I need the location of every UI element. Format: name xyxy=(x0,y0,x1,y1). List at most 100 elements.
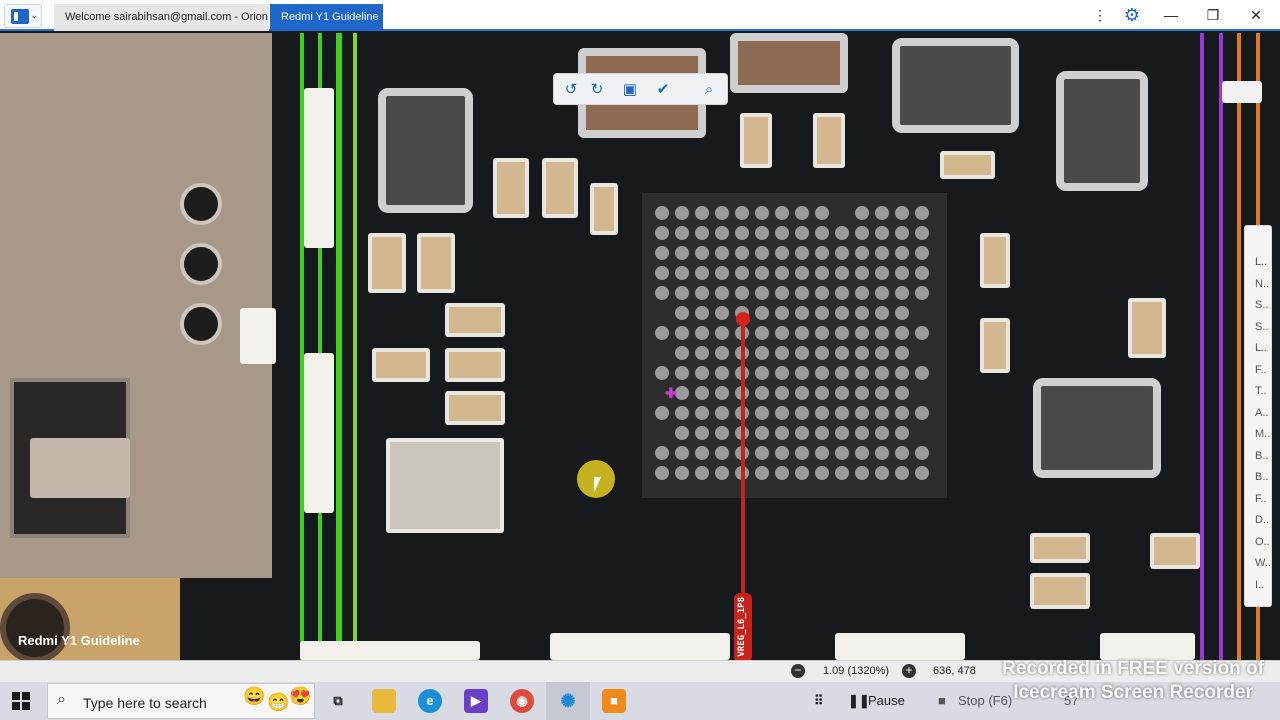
net-label-tag[interactable]: VREG_L6_1P8 xyxy=(734,593,752,660)
bga-ball[interactable] xyxy=(815,226,829,240)
net-item[interactable]: B.. xyxy=(1255,471,1268,483)
bga-ball[interactable] xyxy=(855,246,869,260)
bga-ball[interactable] xyxy=(835,406,849,420)
bga-ball[interactable] xyxy=(715,206,729,220)
bga-ball[interactable] xyxy=(695,326,709,340)
net-item[interactable]: M.. xyxy=(1255,428,1270,440)
bga-ball[interactable] xyxy=(835,226,849,240)
bga-ball[interactable] xyxy=(735,286,749,300)
bga-ball[interactable] xyxy=(835,286,849,300)
bga-ball[interactable] xyxy=(895,386,909,400)
minimize-button[interactable]: — xyxy=(1159,4,1183,26)
bga-ball[interactable] xyxy=(755,306,769,320)
bga-ball[interactable] xyxy=(755,286,769,300)
bga-ball[interactable] xyxy=(795,346,809,360)
bga-ball[interactable] xyxy=(795,246,809,260)
net-item[interactable]: B.. xyxy=(1255,450,1268,462)
bga-ball[interactable] xyxy=(855,306,869,320)
bga-ball[interactable] xyxy=(915,446,929,460)
maximize-button[interactable]: ❐ xyxy=(1201,4,1225,26)
net-item[interactable]: T.. xyxy=(1255,385,1267,397)
zoom-in-button[interactable]: + xyxy=(902,664,916,678)
bga-ball[interactable] xyxy=(775,266,789,280)
bga-ball[interactable] xyxy=(895,326,909,340)
net-list-panel[interactable]: L.. N.. S.. S.. L.. F.. T.. A.. M.. B.. … xyxy=(1244,225,1272,607)
search-icon[interactable]: ⌕ xyxy=(698,79,720,101)
bga-ball[interactable] xyxy=(775,286,789,300)
bga-ball[interactable] xyxy=(655,286,669,300)
bga-ball[interactable] xyxy=(715,366,729,380)
bga-ball[interactable] xyxy=(715,386,729,400)
bga-ball[interactable] xyxy=(875,226,889,240)
pause-button[interactable]: Pause xyxy=(868,693,905,708)
bga-ball[interactable] xyxy=(835,446,849,460)
bga-ball[interactable] xyxy=(655,466,669,480)
bga-ball[interactable] xyxy=(715,406,729,420)
bga-ball[interactable] xyxy=(715,246,729,260)
bga-ball[interactable] xyxy=(875,286,889,300)
bga-ball[interactable] xyxy=(695,386,709,400)
board-viewer-canvas[interactable]: VREG_L6_1P8 ✚ ↺ ↻ ▣ ✔ ⌕ L.. N.. S.. S.. … xyxy=(0,33,1280,660)
net-item[interactable]: S.. xyxy=(1255,299,1268,311)
bga-ball[interactable] xyxy=(835,266,849,280)
bga-ball[interactable] xyxy=(775,466,789,480)
video-editor-icon[interactable]: ▶ xyxy=(464,689,488,713)
recorder-app-icon[interactable]: ■ xyxy=(602,689,626,713)
windows-start-icon[interactable] xyxy=(12,692,30,710)
bga-ball[interactable] xyxy=(795,366,809,380)
bga-ball[interactable] xyxy=(755,386,769,400)
bga-ball[interactable] xyxy=(855,386,869,400)
bga-ball[interactable] xyxy=(855,366,869,380)
bga-ball[interactable] xyxy=(655,226,669,240)
bga-ball[interactable] xyxy=(815,366,829,380)
bga-ball[interactable] xyxy=(915,266,929,280)
bga-ball[interactable] xyxy=(795,206,809,220)
taskbar-search-input[interactable]: ⌕ Type here to search 😄 😁 😍 xyxy=(47,683,315,719)
bga-ball[interactable] xyxy=(795,226,809,240)
bga-ball[interactable] xyxy=(815,286,829,300)
bga-ball[interactable] xyxy=(895,426,909,440)
bga-ball[interactable] xyxy=(675,226,689,240)
edge-browser-icon[interactable]: e xyxy=(418,689,442,713)
bga-ball[interactable] xyxy=(655,206,669,220)
bga-ball[interactable] xyxy=(655,266,669,280)
bga-ball[interactable] xyxy=(835,466,849,480)
net-item[interactable]: F.. xyxy=(1255,364,1267,376)
bga-ball[interactable] xyxy=(895,306,909,320)
bga-ball[interactable] xyxy=(855,406,869,420)
bga-ball[interactable] xyxy=(895,466,909,480)
bga-ball[interactable] xyxy=(755,206,769,220)
bga-ball[interactable] xyxy=(715,466,729,480)
bga-ball[interactable] xyxy=(855,206,869,220)
bga-ball[interactable] xyxy=(695,266,709,280)
bga-ball[interactable] xyxy=(675,266,689,280)
net-item[interactable]: L.. xyxy=(1255,256,1267,268)
bga-ball[interactable] xyxy=(695,426,709,440)
bga-ball[interactable] xyxy=(875,306,889,320)
bga-ball[interactable] xyxy=(815,466,829,480)
bga-ball[interactable] xyxy=(675,466,689,480)
net-item[interactable]: L.. xyxy=(1255,342,1267,354)
bga-ball[interactable] xyxy=(755,326,769,340)
bga-ball[interactable] xyxy=(875,326,889,340)
bga-ball[interactable] xyxy=(735,266,749,280)
bga-ball[interactable] xyxy=(795,446,809,460)
bga-ball[interactable] xyxy=(675,406,689,420)
bga-ball[interactable] xyxy=(895,346,909,360)
bga-ball[interactable] xyxy=(795,426,809,440)
settings-gear-icon[interactable]: ⚙ xyxy=(1120,4,1144,26)
bga-ball[interactable] xyxy=(835,386,849,400)
bga-ball[interactable] xyxy=(755,466,769,480)
bga-ball[interactable] xyxy=(855,286,869,300)
bga-ball[interactable] xyxy=(675,306,689,320)
bga-ball[interactable] xyxy=(755,266,769,280)
stop-icon[interactable]: ■ xyxy=(938,693,946,708)
bga-ball[interactable] xyxy=(895,206,909,220)
file-explorer-icon[interactable] xyxy=(372,689,396,713)
bga-chip[interactable] xyxy=(642,193,947,498)
bga-ball[interactable] xyxy=(755,446,769,460)
bga-ball[interactable] xyxy=(655,446,669,460)
bga-ball[interactable] xyxy=(855,326,869,340)
rotate-right-icon[interactable]: ↻ xyxy=(586,79,608,101)
bga-ball[interactable] xyxy=(815,206,829,220)
